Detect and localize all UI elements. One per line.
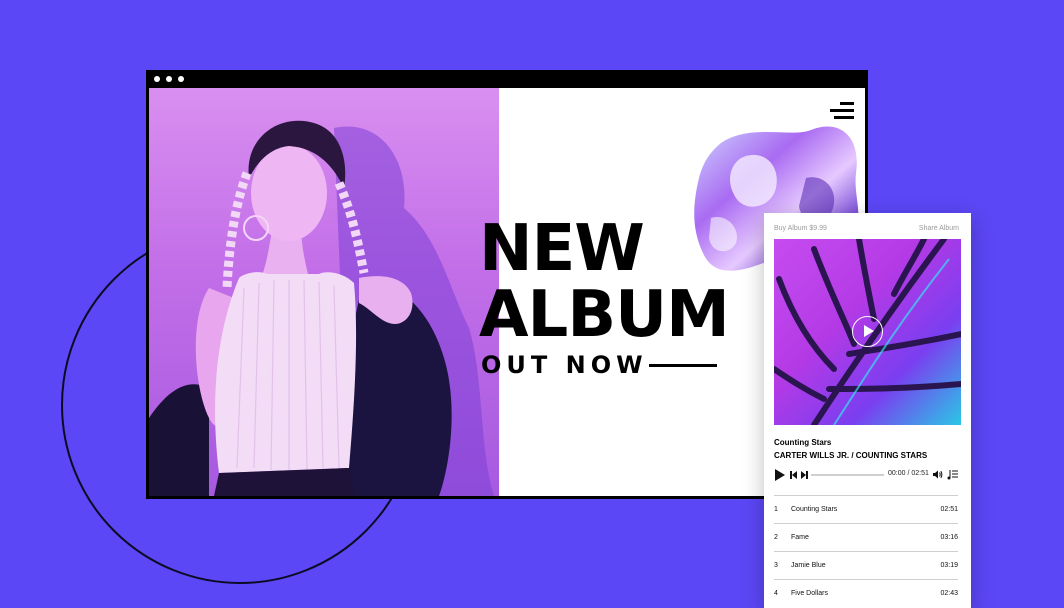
playlist-icon[interactable] [947, 469, 958, 480]
subline-rule [649, 364, 717, 367]
music-player-card: Buy Album $9.99 Share Album Counting Sta… [764, 213, 971, 608]
hero-headline: NEW ALBUM [479, 216, 739, 348]
track-name: Five Dollars [791, 590, 828, 597]
window-dot-icon [166, 76, 172, 82]
play-circle-icon[interactable] [852, 316, 883, 347]
hero-subline: OUT NOW [481, 351, 648, 379]
skip-next-icon[interactable] [801, 471, 808, 479]
volume-icon[interactable] [932, 469, 943, 480]
stage: NEW ALBUM OUT NOW Buy Album $9.99 Share … [0, 0, 1064, 608]
buy-album-link[interactable]: Buy Album $9.99 [774, 225, 827, 232]
browser-titlebar [149, 73, 865, 88]
album-cover [774, 239, 961, 425]
track-name: Jamie Blue [791, 562, 826, 569]
skip-previous-icon[interactable] [790, 471, 797, 479]
progress-bar[interactable] [811, 474, 884, 476]
track-row[interactable]: 2 Fame 03:16 [774, 523, 958, 551]
track-row[interactable]: 4 Five Dollars 02:43 [774, 579, 958, 607]
track-list: 1 Counting Stars 02:51 2 Fame 03:16 3 Jamie Blu… [774, 495, 958, 607]
track-name: Counting Stars [791, 506, 838, 513]
share-album-link[interactable]: Share Album [919, 225, 959, 232]
time-readout: 00:00 / 02:51 [888, 470, 929, 477]
track-duration: 03:16 [940, 534, 958, 541]
track-row[interactable]: 3 Jamie Blue 03:19 [774, 551, 958, 579]
browser-window: NEW ALBUM OUT NOW [146, 70, 868, 499]
track-number: 2 [774, 534, 778, 541]
headline-line-1: NEW [479, 212, 645, 286]
track-row[interactable]: 1 Counting Stars 02:51 [774, 495, 958, 523]
track-name: Fame [791, 534, 809, 541]
window-dot-icon [154, 76, 160, 82]
track-duration: 02:51 [940, 506, 958, 513]
track-number: 3 [774, 562, 778, 569]
website-viewport: NEW ALBUM OUT NOW [149, 88, 865, 496]
headline-line-2: ALBUM [479, 278, 730, 352]
current-track-title: Counting Stars [774, 438, 832, 447]
track-duration: 03:19 [940, 562, 958, 569]
play-icon[interactable] [775, 469, 785, 481]
player-controls: 00:00 / 02:51 [774, 468, 961, 482]
current-track-artist: CARTER WILLS JR. / COUNTING STARS [774, 451, 928, 460]
track-number: 4 [774, 590, 778, 597]
artist-photo [149, 88, 499, 496]
track-number: 1 [774, 506, 778, 513]
window-dot-icon [178, 76, 184, 82]
track-duration: 02:43 [940, 590, 958, 597]
